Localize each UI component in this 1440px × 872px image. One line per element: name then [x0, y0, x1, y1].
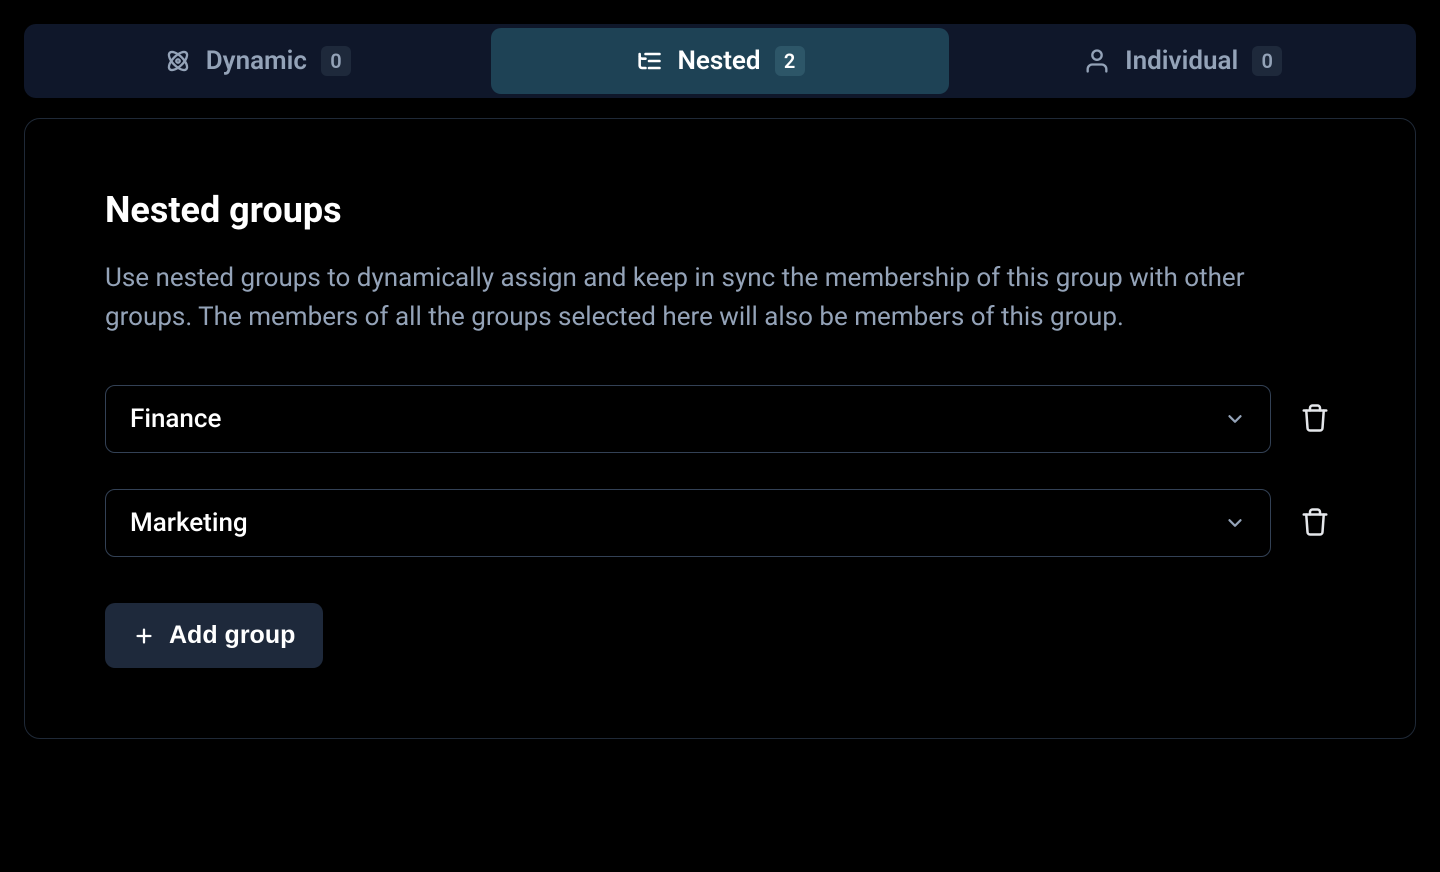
tab-nested[interactable]: Nested 2	[491, 28, 950, 94]
tab-label: Dynamic	[206, 46, 307, 76]
tab-label: Nested	[677, 46, 760, 76]
group-select-value: Marketing	[130, 508, 248, 538]
plus-icon	[133, 625, 155, 647]
group-row: Marketing	[105, 489, 1335, 557]
group-select-value: Finance	[130, 404, 221, 434]
group-select[interactable]: Marketing	[105, 489, 1271, 557]
trash-icon	[1300, 403, 1330, 436]
panel-description: Use nested groups to dynamically assign …	[105, 259, 1335, 337]
chevron-down-icon	[1224, 408, 1246, 430]
group-select[interactable]: Finance	[105, 385, 1271, 453]
tab-dynamic[interactable]: Dynamic 0	[28, 28, 487, 94]
tab-count-badge: 2	[775, 46, 805, 76]
tab-label: Individual	[1125, 46, 1238, 76]
add-group-label: Add group	[169, 621, 295, 650]
tab-individual[interactable]: Individual 0	[953, 28, 1412, 94]
tab-count-badge: 0	[1252, 46, 1282, 76]
group-row: Finance	[105, 385, 1335, 453]
trash-icon	[1300, 507, 1330, 540]
tab-count-badge: 0	[321, 46, 351, 76]
atom-icon	[164, 47, 192, 75]
tree-list-icon	[635, 47, 663, 75]
user-icon	[1083, 47, 1111, 75]
delete-group-button[interactable]	[1295, 399, 1335, 439]
tabs-bar: Dynamic 0 Nested 2 Individual 0	[24, 24, 1416, 98]
delete-group-button[interactable]	[1295, 503, 1335, 543]
nested-groups-panel: Nested groups Use nested groups to dynam…	[24, 118, 1416, 739]
panel-title: Nested groups	[105, 189, 1335, 231]
add-group-button[interactable]: Add group	[105, 603, 323, 668]
chevron-down-icon	[1224, 512, 1246, 534]
